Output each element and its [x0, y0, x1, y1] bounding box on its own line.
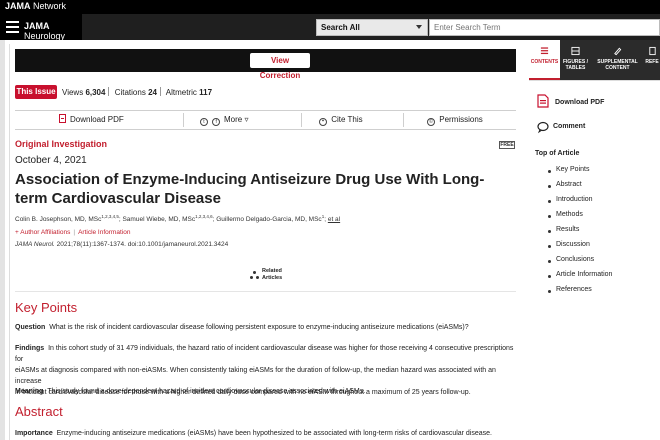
free-badge: FREE [499, 141, 515, 149]
permissions-button[interactable]: © Permissions [427, 111, 483, 129]
plus-icon: + [15, 229, 19, 236]
journal-header: JAMA Neurology Search All [0, 14, 660, 41]
sidebar-comment[interactable]: Comment [553, 123, 585, 130]
sidebar-download-pdf[interactable]: Download PDF [555, 99, 604, 106]
toc-item-results[interactable]: Results [556, 226, 579, 233]
citations-label[interactable]: Citations [115, 88, 146, 97]
correction-notice: View Correction [15, 49, 516, 80]
tab-supplemental-content[interactable]: SUPPLEMENTAL CONTENT [591, 40, 644, 80]
cite-this-button[interactable]: ❝ Cite This [319, 111, 363, 129]
abstract-importance: Importance Enzyme-inducing antiseizure m… [15, 430, 493, 437]
comment-icon [537, 121, 549, 134]
toc-item-references[interactable]: References [556, 286, 592, 293]
toc-title: Top of Article [535, 150, 580, 157]
author-affiliations-link[interactable]: Author Affiliations [20, 229, 70, 236]
key-points-heading: Key Points [15, 300, 78, 315]
caret-down-icon [416, 25, 422, 29]
author-list: Colin B. Josephson, MD, MSc1,2,3,4,5; Sa… [15, 214, 341, 224]
views-count: 6,304 [85, 88, 106, 97]
facebook-icon[interactable]: f [212, 118, 221, 126]
left-gutter [0, 40, 5, 440]
toc-item-key-points[interactable]: Key Points [556, 166, 589, 173]
article-toolbar: Download PDF t f More ▿ ❝ Cite This © Pe… [15, 110, 516, 130]
references-icon [648, 46, 656, 56]
network-logo[interactable]: JAMA Network [5, 1, 66, 11]
key-points-question: Question What is the risk of incident ca… [15, 324, 469, 331]
views-label: Views [62, 88, 84, 97]
citations-count[interactable]: 24 [148, 88, 157, 97]
article-title: Association of Enzyme-Inducing Antiseizu… [15, 171, 485, 207]
twitter-icon[interactable]: t [200, 118, 208, 126]
et-al-link[interactable]: et al [328, 216, 340, 223]
toc-item-article-information[interactable]: Article Information [556, 271, 612, 278]
supplemental-icon [614, 47, 622, 56]
search-scope-select[interactable]: Search All [316, 19, 428, 36]
cite-icon: ❝ [319, 118, 327, 126]
permissions-icon: © [427, 118, 435, 126]
article-information-link[interactable]: Article Information [78, 229, 130, 236]
toc-item-methods[interactable]: Methods [556, 211, 583, 218]
figures-icon [571, 46, 580, 56]
related-articles-button[interactable]: Related Articles [250, 268, 290, 284]
caret-down-icon: ▿ [244, 115, 249, 124]
toc-item-conclusions[interactable]: Conclusions [556, 256, 594, 263]
altmetric-label[interactable]: Altmetric [166, 88, 197, 97]
divider [9, 44, 10, 440]
abstract-heading: Abstract [15, 404, 63, 419]
download-pdf-button[interactable]: Download PDF [59, 111, 124, 129]
network-bar: JAMA Network [0, 0, 660, 14]
article-metrics: Views 6,304 Citations 24 Altmetric 117 [62, 87, 212, 97]
author-info-links: + Author Affiliations | Article Informatio… [15, 229, 131, 236]
contents-icon [540, 47, 549, 55]
journal-brand-block: JAMA Neurology [0, 14, 82, 41]
author-link[interactable]: Colin B. Josephson, MD, MSc [15, 216, 101, 223]
menu-icon[interactable] [6, 21, 19, 33]
toc-item-introduction[interactable]: Introduction [556, 196, 593, 203]
this-issue-button[interactable]: This Issue [15, 85, 57, 99]
more-button[interactable]: More ▿ [224, 111, 248, 129]
search-input[interactable] [429, 19, 660, 36]
altmetric-count[interactable]: 117 [199, 88, 212, 97]
divider [529, 80, 660, 81]
article-type: Original Investigation [15, 139, 108, 149]
author-link[interactable]: ; Guillermo Delgado-Garcia, MD, MSc [213, 216, 322, 223]
tab-references[interactable]: REFE [644, 40, 660, 80]
related-articles-icon [250, 271, 259, 280]
tab-contents[interactable]: CONTENTS [529, 40, 560, 80]
pdf-icon [537, 94, 549, 108]
share-buttons[interactable]: t f [200, 111, 222, 129]
pdf-icon [59, 114, 66, 123]
citation-line: JAMA Neurol. 2021;78(11):1367-1374. doi:… [15, 241, 229, 248]
toc-item-discussion[interactable]: Discussion [556, 241, 590, 248]
key-points-meaning: Meaning This study found a dose-dependen… [15, 388, 366, 395]
view-correction-button[interactable]: View Correction [250, 53, 310, 80]
divider [15, 291, 516, 292]
author-link[interactable]: ; Samuel Wiebe, MD, MSc [119, 216, 195, 223]
right-panel-tabs: CONTENTS FIGURES / TABLES SUPPLEMENTAL CON… [529, 40, 660, 80]
tab-figures-tables[interactable]: FIGURES / TABLES [560, 40, 591, 80]
toc-item-abstract[interactable]: Abstract [556, 181, 582, 188]
journal-name[interactable]: JAMA Neurology [24, 21, 82, 41]
publication-date: October 4, 2021 [15, 155, 87, 166]
